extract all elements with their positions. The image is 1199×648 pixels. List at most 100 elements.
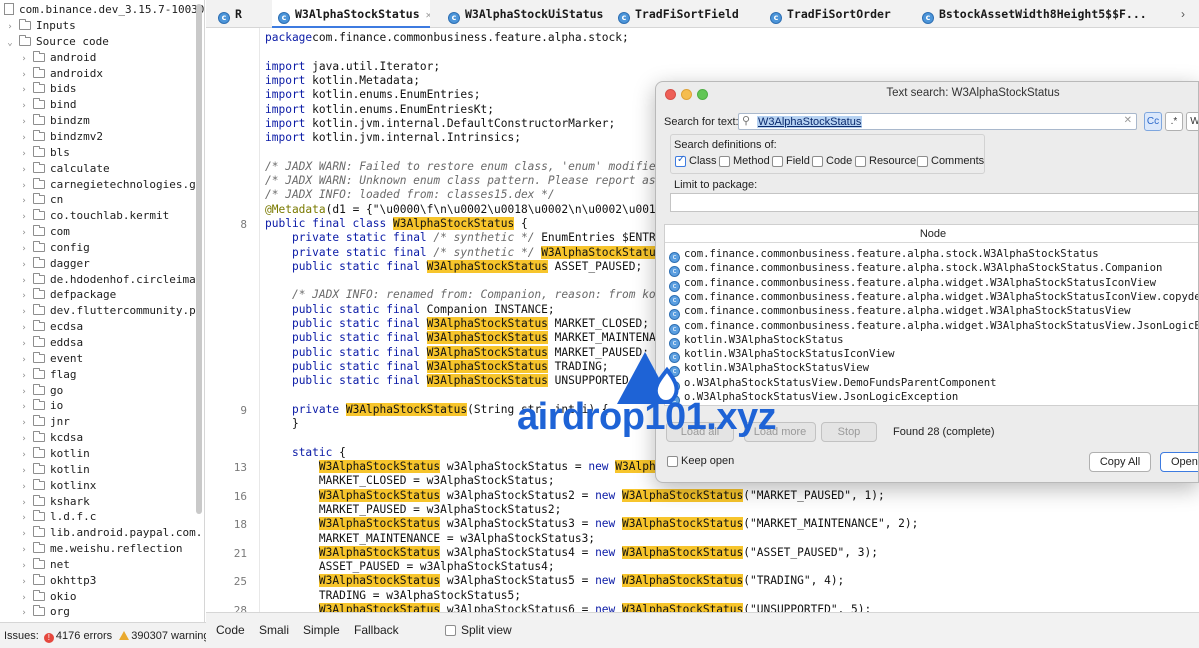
tree-item[interactable]: › com	[18, 224, 70, 240]
tree-item[interactable]: › eddsa	[18, 335, 83, 351]
chevron-right-icon[interactable]: ›	[18, 225, 30, 241]
chevron-right-icon[interactable]: ›	[18, 51, 30, 67]
project-tree[interactable]: com.binance.dev_3.15.7-10030 › Inputs ⌄ Sou…	[0, 0, 205, 622]
tree-item[interactable]: › bindzm	[18, 113, 90, 129]
chevron-right-icon[interactable]: ›	[18, 146, 30, 162]
chevron-right-icon[interactable]: ›	[4, 19, 16, 35]
regex-toggle[interactable]: .*	[1165, 112, 1183, 131]
code-checkbox[interactable]	[812, 156, 823, 167]
chevron-right-icon[interactable]: ›	[18, 98, 30, 114]
tab-smali[interactable]: Smali	[259, 623, 289, 637]
tree-item[interactable]: › net	[18, 557, 70, 573]
chevron-right-icon[interactable]: ›	[18, 510, 30, 526]
tree-item[interactable]: › kshark	[18, 494, 90, 510]
tree-item[interactable]: › android	[18, 50, 96, 66]
tree-scrollbar[interactable]	[196, 4, 202, 514]
chevron-right-icon[interactable]: ›	[18, 209, 30, 225]
result-row[interactable]: c com.finance.commonbusiness.feature.alph…	[669, 261, 1162, 278]
split-view-checkbox[interactable]	[445, 625, 456, 636]
chevron-right-icon[interactable]: ›	[18, 336, 30, 352]
chevron-right-icon[interactable]: ›	[18, 82, 30, 98]
chevron-right-icon[interactable]: ›	[18, 273, 30, 289]
tree-item[interactable]: › kotlinx	[18, 478, 96, 494]
chevron-right-icon[interactable]: ›	[18, 178, 30, 194]
chevron-right-icon[interactable]: ›	[18, 590, 30, 606]
tree-item[interactable]: › dev.fluttercommunity.pl	[18, 303, 202, 319]
comments-checkbox[interactable]	[917, 156, 928, 167]
chevron-right-icon[interactable]: ›	[18, 67, 30, 83]
tree-item[interactable]: › flag	[18, 367, 77, 383]
tree-item[interactable]: › co.touchlab.kermit	[18, 208, 169, 224]
tab-tradfisortfield[interactable]: c TradFiSortField	[612, 0, 762, 28]
whole-word-toggle[interactable]: W	[1186, 112, 1198, 131]
tree-item[interactable]: › dagger	[18, 256, 90, 272]
chevron-right-icon[interactable]: ›	[18, 431, 30, 447]
chevron-right-icon[interactable]: ›	[18, 114, 30, 130]
package-input[interactable]	[670, 193, 1198, 212]
result-row[interactable]: c com.finance.commonbusiness.feature.alph…	[669, 290, 1198, 306]
match-case-toggle[interactable]: Cc	[1144, 112, 1162, 131]
chevron-right-icon[interactable]: ›	[18, 463, 30, 479]
tree-item[interactable]: › carnegietechnologies.ga	[18, 177, 202, 193]
chevron-right-icon[interactable]: ›	[18, 447, 30, 463]
tree-item[interactable]: ⌄ Source code	[4, 34, 109, 50]
tree-item[interactable]: › kotlin	[18, 462, 90, 478]
result-row[interactable]: c com.finance.commonbusiness.feature.alph…	[669, 319, 1198, 335]
tree-item[interactable]: › config	[18, 240, 90, 256]
chevron-right-icon[interactable]: ›	[18, 574, 30, 590]
chevron-right-icon[interactable]: ›	[18, 193, 30, 209]
tab-w3alphastockstatus[interactable]: c W3AlphaStockStatus ✕	[272, 0, 430, 28]
tree-item[interactable]: › androidx	[18, 66, 103, 82]
result-row[interactable]: c com.finance.commonbusiness.feature.alph…	[669, 276, 1156, 292]
field-checkbox[interactable]	[772, 156, 783, 167]
issues-status-bar[interactable]: Issues: ! 4176 errors 390307 warnings	[0, 622, 215, 648]
chevron-down-icon[interactable]: ⌄	[4, 35, 16, 51]
tree-item[interactable]: › bids	[18, 81, 77, 97]
tree-item[interactable]: › me.weishu.reflection	[18, 541, 182, 557]
tree-item[interactable]: › lib.android.paypal.com.	[18, 525, 202, 541]
tab-tradfisortorder[interactable]: c TradFiSortOrder	[764, 0, 914, 28]
tree-item[interactable]: › kcdsa	[18, 430, 83, 446]
chevron-right-icon[interactable]: ›	[18, 384, 30, 400]
tab-simple[interactable]: Simple	[303, 623, 340, 637]
method-checkbox[interactable]	[719, 156, 730, 167]
open-button[interactable]: Open	[1160, 452, 1198, 472]
tree-item[interactable]: › bindzmv2	[18, 129, 103, 145]
chevron-right-icon[interactable]: ›	[18, 399, 30, 415]
chevron-right-icon[interactable]: ›	[18, 320, 30, 336]
tree-item[interactable]: › defpackage	[18, 287, 116, 303]
tree-item[interactable]: › io	[18, 398, 63, 414]
chevron-right-icon[interactable]: ›	[18, 162, 30, 178]
result-row[interactable]: c kotlin.W3AlphaStockStatus	[669, 333, 843, 349]
tree-item[interactable]: › event	[18, 351, 83, 367]
tree-item[interactable]: › ecdsa	[18, 319, 83, 335]
search-input[interactable]: ⚲ W3AlphaStockStatus ✕	[738, 113, 1137, 130]
tab-r[interactable]: cR	[212, 0, 270, 28]
tree-item[interactable]: › Inputs	[4, 18, 76, 34]
chevron-right-icon[interactable]: ›	[18, 130, 30, 146]
tree-item[interactable]: › okio	[18, 589, 77, 605]
close-icon[interactable]: ✕	[426, 10, 430, 21]
result-row[interactable]: c com.finance.commonbusiness.feature.alph…	[669, 247, 1099, 263]
result-row[interactable]: c com.finance.commonbusiness.feature.alph…	[669, 304, 1130, 321]
clear-icon[interactable]: ✕	[1124, 115, 1132, 126]
chevron-right-icon[interactable]: ›	[18, 558, 30, 574]
tree-item[interactable]: › okhttp3	[18, 573, 96, 589]
tree-root[interactable]: com.binance.dev_3.15.7-10030	[4, 2, 204, 18]
tab-code[interactable]: Code	[216, 623, 245, 637]
tree-item[interactable]: › calculate	[18, 161, 110, 177]
chevron-right-icon[interactable]: ›	[18, 479, 30, 495]
tree-item[interactable]: › bind	[18, 97, 77, 113]
chevron-right-icon[interactable]: ›	[18, 495, 30, 511]
chevron-right-icon[interactable]: ›	[18, 288, 30, 304]
chevron-right-icon[interactable]: ›	[18, 526, 30, 542]
chevron-right-icon[interactable]: ›	[18, 257, 30, 273]
chevron-right-icon[interactable]: ›	[18, 241, 30, 257]
chevron-right-icon[interactable]: ›	[18, 352, 30, 368]
tree-item[interactable]: › go	[18, 383, 63, 399]
tree-item[interactable]: › de.hdodenhof.circleimag	[18, 272, 202, 288]
tree-item[interactable]: › jnr	[18, 414, 70, 430]
tree-item[interactable]: › org	[18, 604, 70, 620]
chevron-right-icon[interactable]: ›	[18, 304, 30, 320]
chevron-right-icon[interactable]: ›	[1181, 0, 1185, 28]
